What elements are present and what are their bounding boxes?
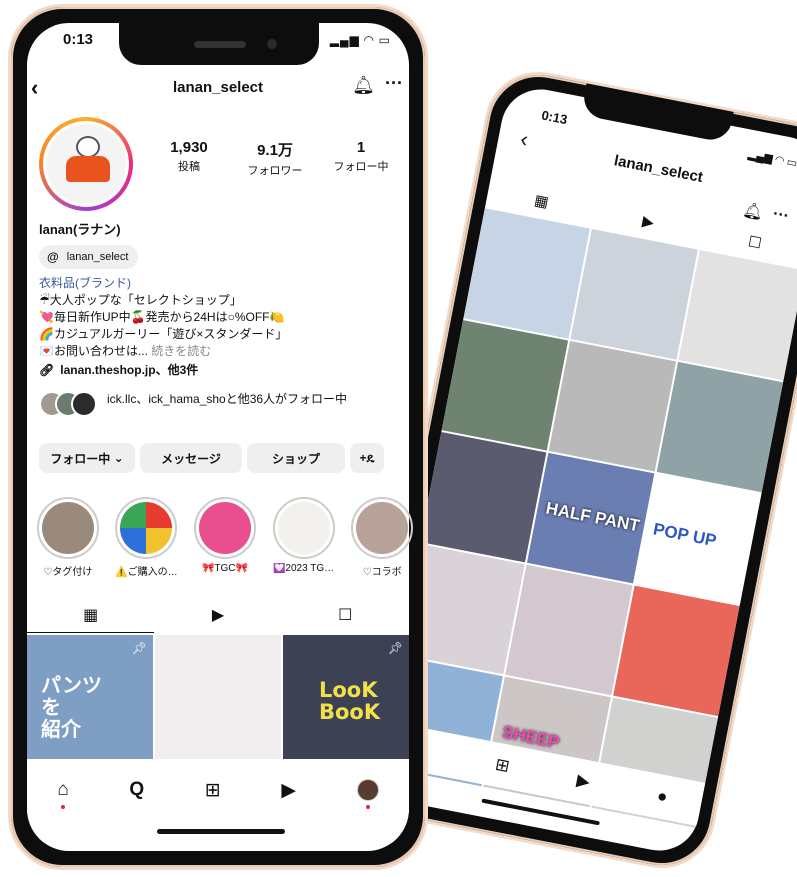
home-indicator: [157, 829, 285, 834]
search-icon[interactable]: Q: [129, 779, 144, 801]
back-status-icons: ▂▄▆ ◠ ▭: [747, 148, 797, 170]
post-thumb[interactable]: [549, 340, 676, 472]
tagged-tab-icon[interactable]: ☐: [282, 597, 409, 633]
post-thumb[interactable]: [678, 249, 797, 381]
chevron-down-icon: ⌄: [113, 451, 124, 465]
grid-tab-icon[interactable]: ▦: [27, 597, 155, 633]
link-icon: 🔗︎: [39, 362, 55, 377]
read-more-link[interactable]: 続きを読む: [151, 344, 211, 358]
pin-icon: 📌︎: [387, 641, 403, 655]
more-icon[interactable]: ···: [771, 205, 790, 226]
post-thumb[interactable]: HALF PANT: [527, 452, 655, 584]
post-thumb[interactable]: [612, 585, 740, 717]
post-text: HALF PANT: [544, 498, 642, 536]
threads-badge[interactable]: @ lanan_select: [39, 245, 139, 269]
post-thumb[interactable]: 📌︎ パンツ を 紹介: [27, 635, 153, 759]
bio-line: 🌈カジュアルガーリー「遊び×スタンダード」: [39, 327, 288, 341]
post-thumb[interactable]: [656, 361, 784, 493]
post-thumb[interactable]: [505, 564, 633, 696]
stat-following[interactable]: 1 フォロー中: [321, 139, 401, 178]
highlight[interactable]: ♡タグ付け: [35, 497, 101, 578]
story-highlights: ♡タグ付け ⚠️ご購入の… 🎀TGC🎀 💟2023 TG… ♡コラボ: [35, 497, 415, 578]
avatar: [71, 391, 97, 417]
reels-tab-icon[interactable]: ▶: [154, 597, 281, 633]
display-name: lanan(ラナン): [39, 222, 121, 237]
back-phone-screen: 0:13 ▂▄▆ ◠ ▭ ‹ lanan_select 🔔︎ ··· ▦ ▶ ☐…: [370, 82, 797, 858]
promo-stage: 0:13 ▂▄▆ ◠ ▭ ‹ lanan_select 🔔︎ ··· ▦ ▶ ☐…: [0, 0, 797, 877]
highlight[interactable]: 💟2023 TG…: [271, 497, 337, 578]
bio-category: 衣料品(ブランド): [39, 276, 131, 290]
profile-avatar[interactable]: [39, 117, 133, 211]
reels-icon[interactable]: ▶: [281, 779, 296, 802]
bottom-navbar: ⌂ Q ⊞ ▶: [27, 767, 409, 813]
profile-bio: 衣料品(ブランド) ☔大人ポップな「セレクトショップ」 💘毎日新作UP中🍒発売か…: [39, 275, 389, 360]
reels-icon[interactable]: ▶: [575, 770, 591, 792]
back-status-time: 0:13: [540, 107, 569, 128]
message-button[interactable]: メッセージ: [140, 443, 242, 473]
follower-avatars: [39, 391, 99, 419]
camera: [267, 39, 277, 49]
stat-posts[interactable]: 1,930 投稿: [149, 139, 229, 178]
highlight[interactable]: 🎀TGC🎀: [192, 497, 258, 578]
bell-icon[interactable]: 🔔︎: [352, 75, 375, 96]
post-thumb[interactable]: [155, 635, 281, 759]
followed-by[interactable]: ick.llc、ick_hama_shoと他36人がフォロー中: [39, 391, 389, 419]
status-time: 0:13: [63, 31, 94, 48]
post-thumb[interactable]: POP UP: [634, 473, 762, 605]
action-buttons: フォロー中 ⌄ メッセージ ショップ +ዴ: [39, 443, 389, 473]
highlight[interactable]: ♡コラボ: [349, 497, 415, 578]
highlight[interactable]: ⚠️ご購入の…: [114, 497, 180, 578]
profile-icon[interactable]: [356, 779, 379, 809]
avatar-figure: [76, 136, 100, 158]
profile-tabs: ▦ ▶ ☐: [27, 597, 409, 633]
pin-icon: 📌︎: [131, 641, 147, 655]
speaker: [194, 41, 246, 48]
post-thumb[interactable]: [463, 208, 591, 339]
profile-stats: 1,930 投稿 9.1万 フォロワー 1 フォロー中: [149, 139, 401, 178]
status-icons: ▂▄▆ ◠ ▭: [329, 33, 391, 47]
profile-topbar: ‹ lanan_select 🔔︎ ···: [11, 71, 425, 107]
following-button[interactable]: フォロー中 ⌄: [39, 443, 135, 473]
post-thumb[interactable]: [441, 320, 569, 451]
profile-icon[interactable]: ●: [655, 786, 669, 808]
stat-followers[interactable]: 9.1万 フォロワー: [235, 139, 315, 178]
shop-button[interactable]: ショップ: [247, 443, 345, 473]
bio-line: ☔大人ポップな「セレクトショップ」: [39, 293, 242, 307]
add-person-button[interactable]: +ዴ: [350, 443, 384, 473]
home-icon[interactable]: ⌂: [57, 779, 69, 809]
avatar-blob: [66, 156, 110, 182]
post-text: POP UP: [651, 519, 719, 551]
profile-link[interactable]: 🔗︎ lanan.theshop.jp、他3件: [39, 361, 198, 378]
post-thumb[interactable]: [570, 229, 698, 360]
threads-icon: @: [47, 250, 59, 264]
add-post-icon[interactable]: ⊞: [205, 779, 221, 802]
post-thumb[interactable]: [419, 432, 547, 563]
post-thumb[interactable]: 📌︎ LooK BooK: [283, 635, 409, 759]
bio-line: 💘毎日新作UP中🍒発売から24Hは○%OFF🍋: [39, 310, 285, 324]
threads-handle: lanan_select: [66, 251, 129, 263]
add-post-icon[interactable]: ⊞: [493, 755, 512, 777]
more-icon[interactable]: ···: [385, 73, 403, 94]
front-phone: 0:13 ▂▄▆ ◠ ▭ ‹ lanan_select 🔔︎ ··· 1,930…: [8, 4, 428, 870]
followed-by-text: ick.llc、ick_hama_shoと他36人がフォロー中: [107, 392, 348, 406]
bio-line: 💌お問い合わせは...: [39, 344, 148, 358]
post-grid: 📌︎ パンツ を 紹介 📌︎ LooK BooK: [27, 635, 409, 759]
